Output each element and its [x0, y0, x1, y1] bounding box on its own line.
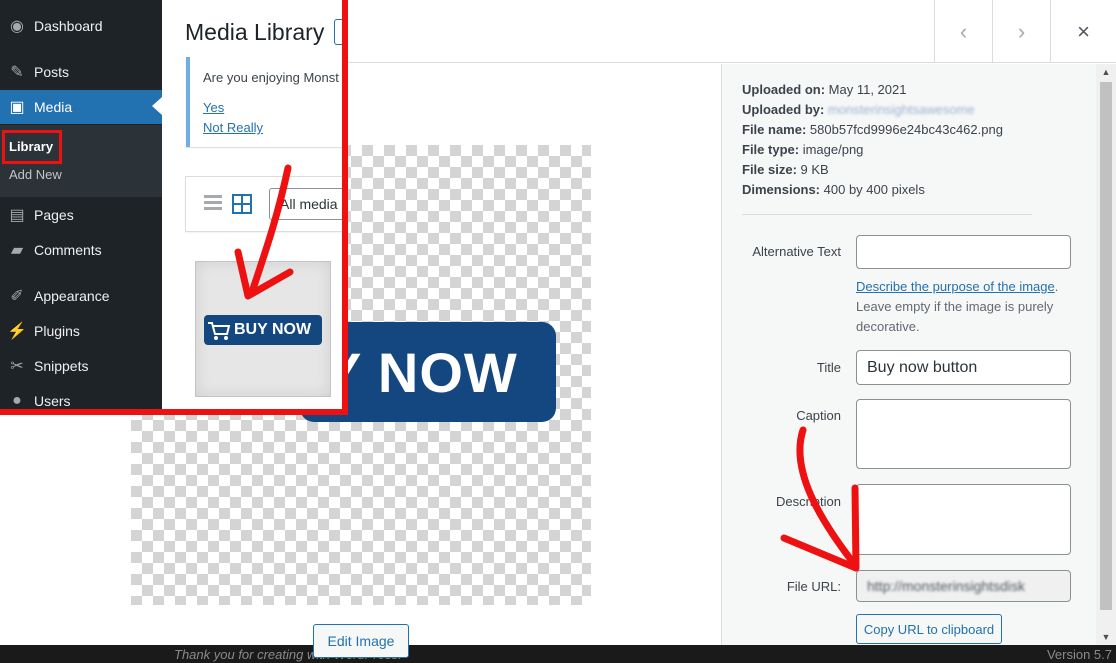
close-modal-button[interactable]: ×: [1050, 0, 1116, 63]
library-content: Media Library Are you enjoying Monst Yes…: [162, 0, 342, 409]
dashboard-icon: ◉: [10, 18, 24, 35]
thumbnail-text: BUY NOW: [234, 321, 312, 338]
scroll-down-icon[interactable]: ▼: [1096, 629, 1116, 645]
alt-text-input[interactable]: [856, 235, 1071, 269]
previous-media-button[interactable]: ‹: [934, 0, 992, 63]
admin-sidebar: ◉ Dashboard ✎ Posts ▣ Media Library Add New…: [0, 0, 162, 409]
chevron-right-icon: ›: [1017, 18, 1026, 44]
list-view-icon[interactable]: [204, 194, 222, 212]
file-type-label: File type:: [742, 142, 800, 157]
sidebar-label: Comments: [34, 242, 102, 258]
dimensions-value: 400 by 400 pixels: [823, 182, 925, 197]
library-highlight-box: [2, 130, 62, 164]
file-url-input[interactable]: http://monsterinsightsdisk: [856, 570, 1071, 602]
admin-footer: Thank you for creating with WordPress. V…: [150, 643, 1116, 663]
media-icon: ▣: [9, 99, 25, 116]
chevron-left-icon: ‹: [959, 18, 968, 44]
zoomed-library-overlay: ◉ Dashboard ✎ Posts ▣ Media Library Add New…: [0, 0, 348, 415]
file-size-label: File size:: [742, 162, 797, 177]
title-input[interactable]: Buy now button: [856, 350, 1071, 385]
details-scrollbar[interactable]: ▲ ▼: [1096, 64, 1116, 645]
sidebar-item-posts[interactable]: ✎ Posts: [0, 55, 162, 89]
close-icon: ×: [1077, 18, 1090, 44]
cart-icon: [208, 322, 231, 340]
describe-purpose-link[interactable]: Describe the purpose of the image: [856, 279, 1055, 294]
sidebar-item-appearance[interactable]: ✐ Appearance: [0, 279, 162, 313]
sidebar-item-users[interactable]: ● Users: [0, 384, 162, 409]
add-new-button[interactable]: [334, 19, 342, 45]
pin-icon: ✎: [10, 64, 24, 81]
scissors-icon: ✂: [10, 358, 24, 375]
caption-label: Caption: [796, 408, 841, 423]
user-icon: ●: [12, 392, 22, 409]
grid-view-icon[interactable]: [232, 194, 252, 214]
file-metadata: Uploaded on: May 11, 2021 Uploaded by: m…: [742, 80, 1003, 200]
footer-version: Version 5.7: [1046, 647, 1112, 662]
scroll-up-icon[interactable]: ▲: [1096, 64, 1116, 80]
sidebar-label: Pages: [34, 207, 74, 223]
alt-help-period: .: [1054, 279, 1059, 294]
comment-icon: ▰: [10, 242, 24, 259]
file-name-label: File name:: [742, 122, 807, 137]
file-url-value: http://monsterinsightsdisk: [867, 578, 1025, 594]
sidebar-label: Posts: [34, 64, 70, 80]
sidebar-item-pages[interactable]: ▤ Pages: [0, 198, 162, 232]
file-name-value: 580b57fcd9996e24bc43c462.png: [809, 122, 1003, 137]
file-size-value: 9 KB: [800, 162, 829, 177]
sidebar-item-comments[interactable]: ▰ Comments: [0, 233, 162, 267]
media-type-filter[interactable]: All media: [269, 188, 342, 220]
attachment-details-panel: Uploaded on: May 11, 2021 Uploaded by: m…: [721, 64, 1096, 645]
file-type-value: image/png: [802, 142, 864, 157]
uploaded-by-label: Uploaded by:: [742, 102, 825, 117]
active-menu-indicator: [152, 97, 162, 115]
caption-textarea[interactable]: [856, 399, 1071, 469]
alt-text-help: Describe the purpose of the image. Leave…: [856, 277, 1076, 337]
sidebar-label: Users: [34, 393, 71, 409]
title-label: Title: [816, 360, 841, 375]
brush-icon: ✐: [10, 288, 24, 305]
uploaded-on-label: Uploaded on:: [742, 82, 826, 97]
alt-help-rest: Leave empty if the image is purely decor…: [856, 299, 1054, 334]
thumbnail-buy-now-image: BUY NOW: [204, 315, 322, 345]
submenu-add-new[interactable]: Add New: [9, 167, 62, 182]
uploaded-by-link[interactable]: monsterinsightsawesome: [828, 102, 975, 117]
sidebar-item-snippets[interactable]: ✂ Snippets: [0, 349, 162, 383]
next-media-button[interactable]: ›: [992, 0, 1050, 63]
media-thumbnail[interactable]: BUY NOW: [195, 261, 331, 397]
sidebar-item-dashboard[interactable]: ◉ Dashboard: [0, 9, 162, 43]
notice-yes-link[interactable]: Yes: [203, 100, 224, 115]
sidebar-label: Dashboard: [34, 18, 103, 34]
preview-image-text: Y NOW: [324, 340, 518, 404]
media-toolbar: All media: [185, 176, 342, 232]
notice-text: Are you enjoying Monst: [203, 70, 339, 85]
dimensions-label: Dimensions:: [742, 182, 821, 197]
sidebar-item-plugins[interactable]: ⚡ Plugins: [0, 314, 162, 348]
sidebar-label: Media: [34, 99, 73, 115]
pages-icon: ▤: [9, 207, 25, 224]
file-url-label: File URL:: [786, 579, 841, 594]
page-title: Media Library: [185, 19, 325, 45]
scrollbar-thumb[interactable]: [1100, 82, 1112, 610]
sidebar-label: Snippets: [34, 358, 89, 374]
details-divider: [742, 214, 1032, 215]
plugin-icon: ⚡: [7, 323, 27, 340]
alt-text-label: Alternative Text: [752, 244, 841, 259]
sidebar-label: Appearance: [34, 288, 110, 304]
notice-not-really-link[interactable]: Not Really: [203, 120, 263, 135]
description-textarea[interactable]: [856, 484, 1071, 555]
copy-url-button[interactable]: Copy URL to clipboard: [856, 614, 1002, 644]
edit-image-button[interactable]: Edit Image: [313, 624, 409, 658]
uploaded-on-value: May 11, 2021: [828, 82, 907, 97]
sidebar-item-media[interactable]: ▣ Media: [0, 90, 162, 124]
sidebar-label: Plugins: [34, 323, 80, 339]
review-notice: Are you enjoying Monst Yes Not Really: [186, 57, 342, 147]
description-label: Description: [775, 494, 841, 509]
